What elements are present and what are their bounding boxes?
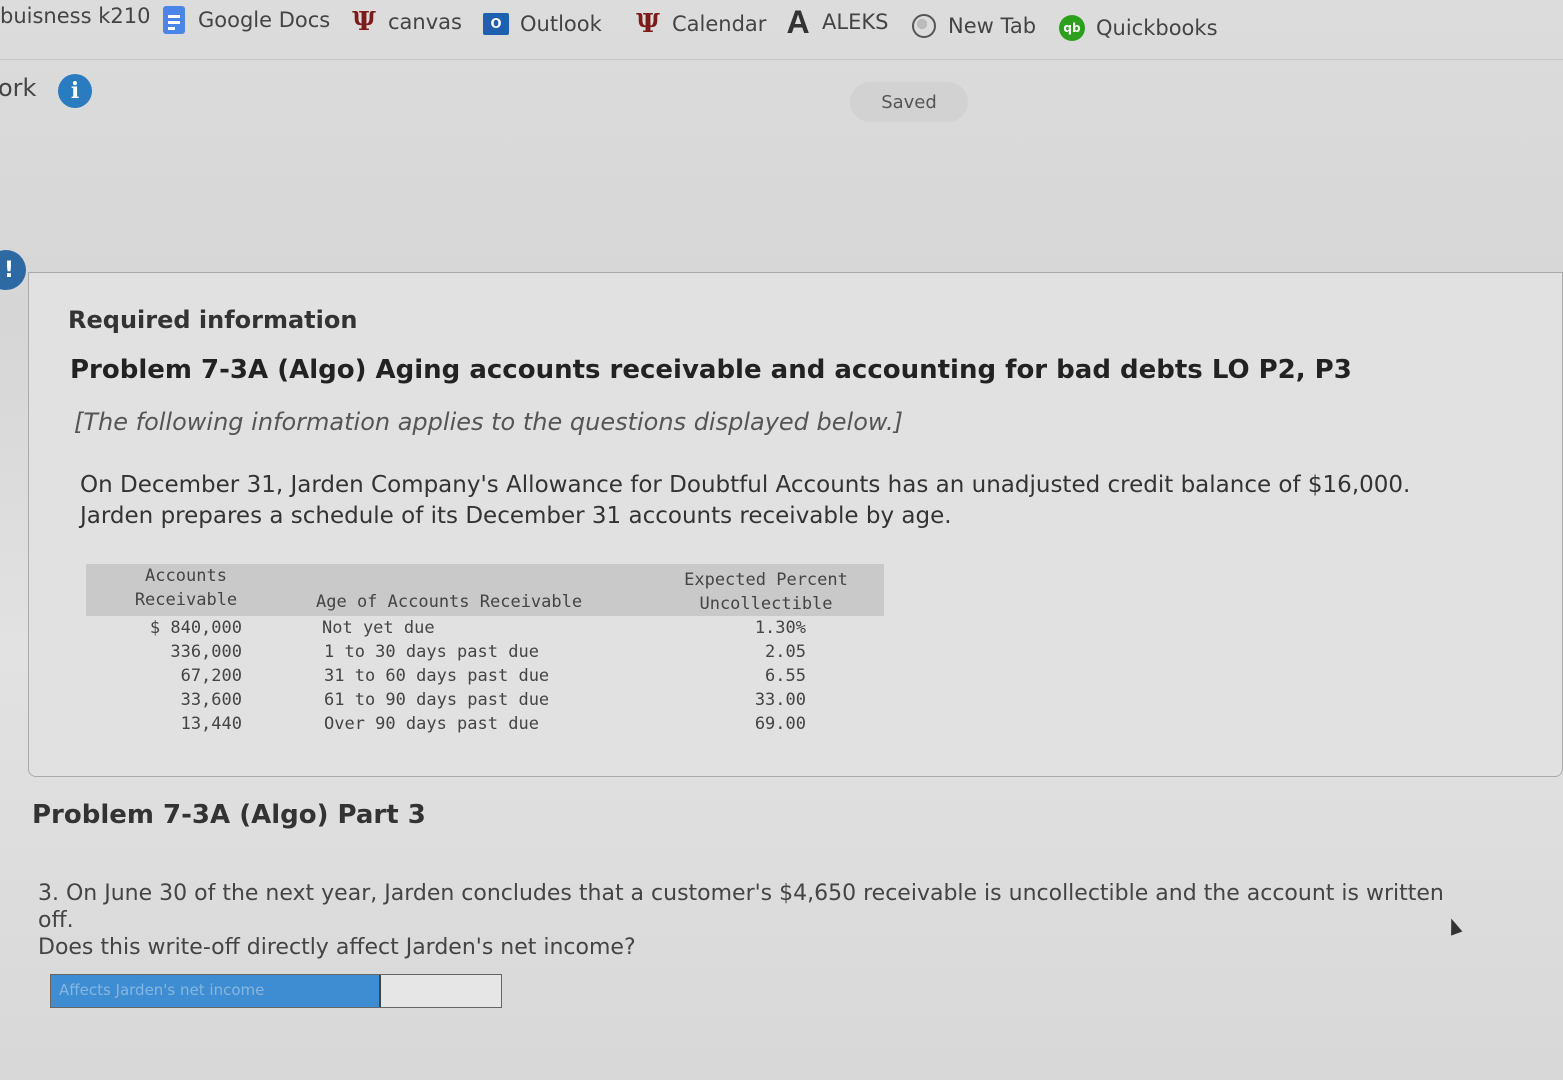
bookmark-label: ALEKS bbox=[822, 10, 889, 34]
table-row: 33,600 61 to 90 days past due 33.00 bbox=[86, 688, 884, 712]
applies-note: [The following information applies to th… bbox=[74, 408, 903, 436]
bookmark-label: Google Docs bbox=[198, 8, 331, 32]
bookmarks-bar: buisness k210 Google Docs Ψ canvas O Out… bbox=[0, 0, 1563, 60]
cell-pct: 1.30% bbox=[754, 618, 806, 638]
bookmark-calendar[interactable]: Ψ Calendar bbox=[634, 9, 767, 39]
outlook-icon: O bbox=[482, 10, 510, 38]
cell-pct: 6.55 bbox=[765, 666, 806, 686]
table-row: 13,440 Over 90 days past due 69.00 bbox=[86, 712, 884, 736]
bookmark-label: Outlook bbox=[520, 12, 602, 36]
aging-schedule-table: Accounts Receivable Age of Accounts Rece… bbox=[86, 564, 884, 736]
alert-icon: ! bbox=[0, 250, 26, 290]
answer-label-cell: Affects Jarden's net income bbox=[51, 975, 379, 1007]
cell-ar: 33,600 bbox=[180, 690, 242, 710]
table-row: 336,000 1 to 30 days past due 2.05 bbox=[86, 640, 884, 664]
required-info-label: Required information bbox=[68, 306, 358, 334]
bookmark-label: Quickbooks bbox=[1096, 16, 1218, 40]
bookmark-label: New Tab bbox=[948, 14, 1037, 38]
saved-status-badge: Saved bbox=[850, 82, 968, 122]
cell-ar: 336,000 bbox=[170, 642, 242, 662]
globe-icon bbox=[910, 12, 938, 40]
bookmark-aleks[interactable]: A ALEKS bbox=[784, 3, 889, 40]
question-text: 3. On June 30 of the next year, Jarden c… bbox=[38, 880, 1478, 961]
table-row: $ 840,000 Not yet due 1.30% bbox=[86, 616, 884, 640]
cell-ar: $ 840,000 bbox=[149, 618, 242, 638]
cell-age: 61 to 90 days past due bbox=[324, 690, 550, 710]
part-title: Problem 7-3A (Algo) Part 3 bbox=[32, 800, 426, 830]
google-docs-icon bbox=[160, 6, 188, 34]
cell-ar: 13,440 bbox=[180, 714, 242, 734]
problem-title: Problem 7-3A (Algo) Aging accounts recei… bbox=[70, 355, 1352, 385]
bookmark-label: Calendar bbox=[672, 12, 767, 36]
cell-age: 31 to 60 days past due bbox=[324, 666, 550, 686]
cell-pct: 2.05 bbox=[765, 642, 806, 662]
intro-line: On December 31, Jarden Company's Allowan… bbox=[80, 472, 1411, 498]
table-header: Accounts Receivable Age of Accounts Rece… bbox=[86, 564, 884, 616]
cell-pct: 69.00 bbox=[754, 714, 806, 734]
table-row: 67,200 31 to 60 days past due 6.55 bbox=[86, 664, 884, 688]
question-line: 3. On June 30 of the next year, Jarden c… bbox=[38, 881, 1444, 933]
cell-pct: 33.00 bbox=[754, 690, 806, 710]
bookmark-folder-label: buisness k210 bbox=[0, 4, 151, 28]
quickbooks-icon: qb bbox=[1058, 14, 1086, 42]
bookmark-canvas[interactable]: Ψ canvas bbox=[350, 7, 462, 37]
bookmark-folder-business[interactable]: buisness k210 bbox=[0, 4, 150, 28]
header-age: Age of Accounts Receivable bbox=[316, 592, 583, 612]
bookmark-label: canvas bbox=[388, 10, 462, 34]
cell-age: Not yet due bbox=[322, 618, 435, 638]
question-line: Does this write-off directly affect Jard… bbox=[38, 935, 636, 960]
cell-age: 1 to 30 days past due bbox=[324, 642, 539, 662]
aleks-icon: A bbox=[786, 3, 810, 40]
bookmark-outlook[interactable]: O Outlook bbox=[482, 10, 602, 38]
bookmark-google-docs[interactable]: Google Docs bbox=[160, 6, 330, 34]
header-accounts-receivable: Accounts Receivable bbox=[134, 566, 238, 610]
iu-trident-icon: Ψ bbox=[352, 7, 376, 37]
answer-dropdown[interactable] bbox=[379, 975, 501, 1007]
assignment-title: ork bbox=[0, 74, 37, 102]
iu-trident-icon: Ψ bbox=[636, 9, 660, 39]
bookmark-quickbooks[interactable]: qb Quickbooks bbox=[1058, 14, 1218, 42]
intro-line: Jarden prepares a schedule of its Decemb… bbox=[80, 503, 952, 529]
problem-intro: On December 31, Jarden Company's Allowan… bbox=[80, 470, 1420, 532]
bookmark-new-tab[interactable]: New Tab bbox=[910, 12, 1036, 40]
info-icon[interactable]: i bbox=[58, 74, 92, 108]
header-expected-percent: Expected Percent Uncollectible bbox=[684, 570, 848, 614]
answer-row: Affects Jarden's net income bbox=[50, 974, 502, 1008]
cell-age: Over 90 days past due bbox=[324, 714, 539, 734]
cell-ar: 67,200 bbox=[180, 666, 242, 686]
